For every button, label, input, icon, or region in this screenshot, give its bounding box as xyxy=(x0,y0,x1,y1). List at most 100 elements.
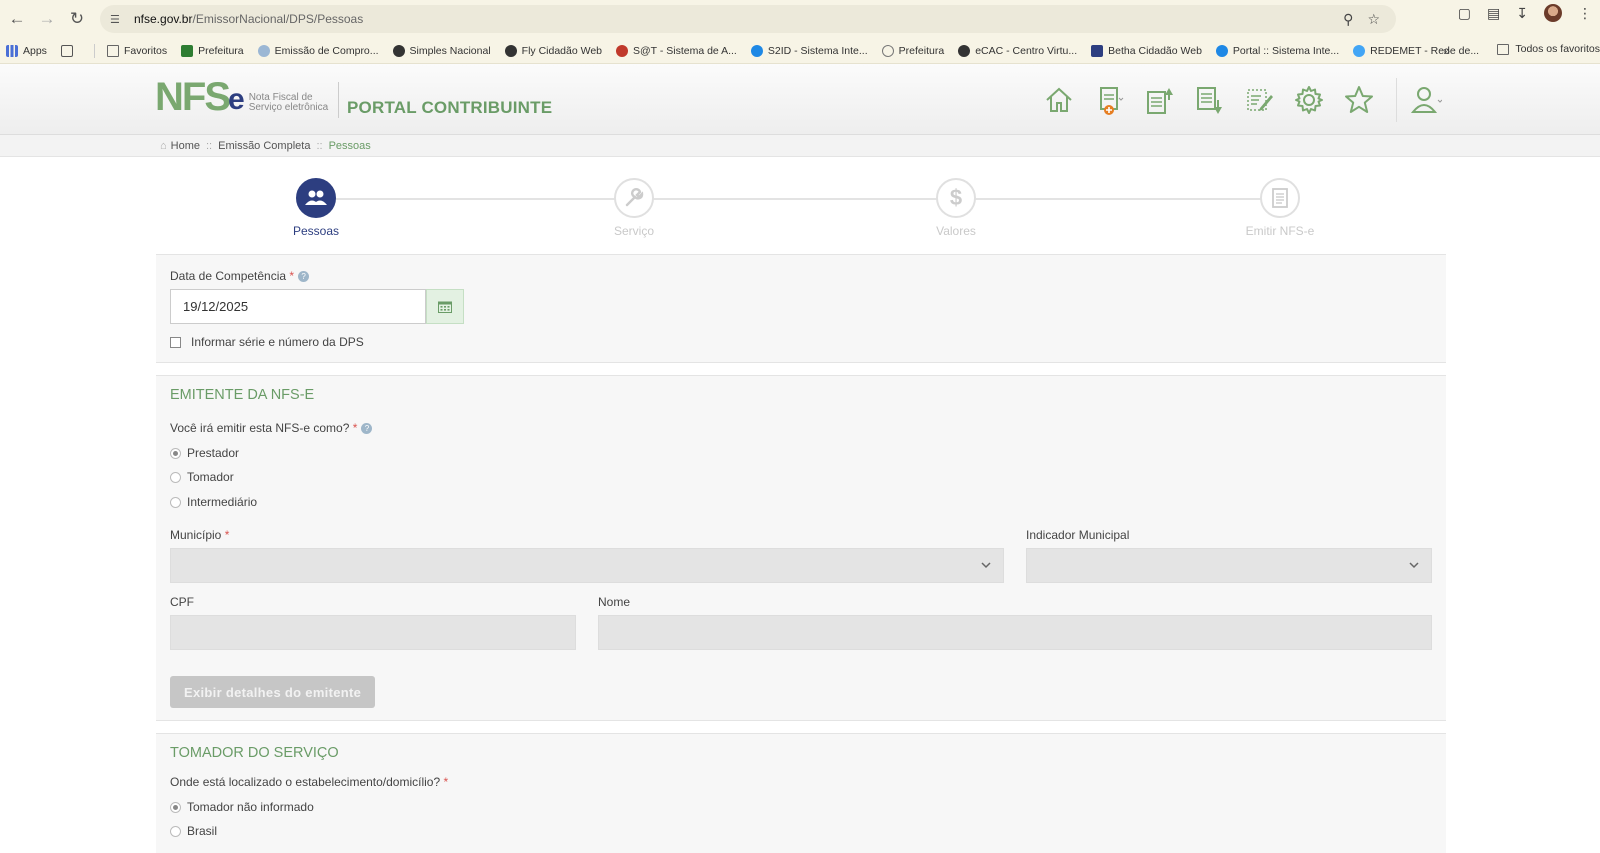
indicador-municipal-select[interactable] xyxy=(1026,548,1432,583)
prefeitura-icon xyxy=(181,44,194,57)
tomador-title: TOMADOR DO SERVIÇO xyxy=(170,745,339,761)
bookmark-betha[interactable]: Betha Cidadão Web xyxy=(1091,44,1202,57)
upload-document-icon[interactable] xyxy=(1134,82,1184,118)
bookmark-redemet[interactable]: REDEMET - Rede de... xyxy=(1353,44,1479,57)
s2id-icon xyxy=(750,44,763,57)
url-path: /EmissorNacional/DPS/Pessoas xyxy=(192,12,364,26)
more-bookmarks-icon[interactable]: » xyxy=(1443,44,1450,58)
calendar-button[interactable] xyxy=(426,289,464,324)
portal-header: NFS e Nota Fiscal de Serviço eletrônica PO… xyxy=(0,64,1600,135)
prefeitura-2-icon xyxy=(881,44,894,57)
redemet-icon xyxy=(1353,44,1366,57)
step-emitir[interactable]: Emitir NFS-e xyxy=(1210,178,1350,238)
emitente-panel: EMITENTE DA NFS-E Você irá emitir esta N… xyxy=(156,375,1446,721)
portal-title: PORTAL CONTRIBUINTE xyxy=(347,98,553,117)
bookmark-prefeitura[interactable]: Prefeitura xyxy=(181,44,244,57)
browser-menu-icon[interactable]: ⋮ xyxy=(1578,5,1592,22)
breadcrumb-emissao[interactable]: Emissão Completa xyxy=(218,140,310,152)
folder-icon xyxy=(106,44,119,57)
dollar-icon: $ xyxy=(936,178,976,218)
document-icon xyxy=(1260,178,1300,218)
bookmark-fly[interactable]: Fly Cidadão Web xyxy=(504,44,602,57)
tab-groups-icon[interactable] xyxy=(60,44,78,57)
competencia-panel: Data de Competência *? Informar série e … xyxy=(156,254,1446,363)
bookmark-portal[interactable]: Portal :: Sistema Inte... xyxy=(1215,44,1339,57)
reading-list-icon[interactable]: ▤ xyxy=(1487,5,1500,22)
betha-icon xyxy=(1091,44,1104,57)
wizard-stepper: Pessoas Serviço $ Valores Emitir NFS-e xyxy=(156,176,1446,256)
breadcrumb-current: Pessoas xyxy=(328,139,371,152)
nome-label: Nome xyxy=(598,595,631,609)
radio-prestador[interactable]: Prestador xyxy=(170,446,239,460)
apps-grid-icon xyxy=(6,44,18,57)
bookmark-star-icon[interactable]: ☆ xyxy=(1367,11,1380,28)
nfse-logo[interactable]: NFS e Nota Fiscal de Serviço eletrônica xyxy=(155,77,328,117)
bookmark-prefeitura-2[interactable]: Prefeitura xyxy=(881,44,944,57)
zoom-icon[interactable]: ⚲ xyxy=(1343,11,1353,28)
bookmark-ecac[interactable]: eCAC - Centro Virtu... xyxy=(958,44,1077,57)
help-icon[interactable]: ? xyxy=(298,271,310,283)
settings-gear-icon[interactable] xyxy=(1284,82,1334,118)
bookmark-favoritos[interactable]: Favoritos xyxy=(106,44,167,57)
indicador-label: Indicador Municipal xyxy=(1026,528,1130,542)
all-bookmarks-folder[interactable]: Todos os favoritos xyxy=(1497,43,1600,55)
sat-icon xyxy=(616,44,629,57)
forward-icon[interactable]: → xyxy=(32,4,62,34)
portal-icon xyxy=(1215,44,1228,57)
nome-input[interactable] xyxy=(598,615,1432,650)
url-host: nfse.gov.br xyxy=(134,12,193,26)
municipio-select[interactable] xyxy=(170,548,1004,583)
globe-icon xyxy=(392,44,405,57)
profile-avatar[interactable] xyxy=(1544,4,1562,22)
competencia-date-input[interactable] xyxy=(170,289,426,324)
radio-intermediario[interactable]: Intermediário xyxy=(170,495,257,509)
breadcrumb-home[interactable]: Home xyxy=(171,140,200,152)
reload-icon[interactable]: ↻ xyxy=(62,4,92,34)
back-icon[interactable]: ← xyxy=(2,4,32,34)
step-servico[interactable]: Serviço xyxy=(564,178,704,238)
emitente-title: EMITENTE DA NFS-E xyxy=(170,387,315,403)
radio-tomador[interactable]: Tomador xyxy=(170,470,234,484)
step-pessoas[interactable]: Pessoas xyxy=(246,178,386,238)
folder-icon xyxy=(1497,43,1510,55)
user-profile-icon[interactable] xyxy=(1410,82,1450,118)
new-nfse-icon[interactable] xyxy=(1084,82,1134,118)
favorites-star-icon[interactable] xyxy=(1334,82,1384,118)
radio-brasil[interactable]: Brasil xyxy=(170,824,217,838)
extensions-icon[interactable]: ▢ xyxy=(1458,5,1471,22)
bookmark-emissao[interactable]: Emissão de Compro... xyxy=(257,44,379,57)
globe-icon xyxy=(504,44,517,57)
help-icon[interactable]: ? xyxy=(361,423,373,435)
globe-icon xyxy=(958,44,971,57)
bookmark-simples[interactable]: Simples Nacional xyxy=(392,44,491,57)
serie-checkbox[interactable]: Informar série e número da DPS xyxy=(170,335,364,349)
cpf-label: CPF xyxy=(170,595,194,609)
cpf-input[interactable] xyxy=(170,615,576,650)
edit-document-icon[interactable] xyxy=(1234,82,1284,118)
exibir-detalhes-button[interactable]: Exibir detalhes do emitente xyxy=(170,676,376,708)
bookmark-sat[interactable]: S@T - Sistema de A... xyxy=(616,44,737,57)
tomador-question: Onde está localizado o estabelecimento/d… xyxy=(170,775,449,789)
download-document-icon[interactable] xyxy=(1184,82,1234,118)
competencia-label: Data de Competência *? xyxy=(170,269,310,283)
wrench-icon xyxy=(614,178,654,218)
home-icon[interactable] xyxy=(1034,82,1084,118)
municipio-label: Município * xyxy=(170,528,230,542)
emissao-icon xyxy=(257,44,270,57)
download-icon[interactable]: ↧ xyxy=(1516,5,1528,22)
radio-tomador-nao-informado[interactable]: Tomador não informado xyxy=(170,800,314,814)
breadcrumb: ⌂ Home :: Emissão Completa :: Pessoas xyxy=(0,135,1600,157)
chevron-down-icon xyxy=(981,562,991,569)
browser-toolbar: ← → ↻ ☰ nfse.gov.br/EmissorNacional/DPS/… xyxy=(0,0,1600,38)
site-info-icon[interactable]: ☰ xyxy=(110,13,128,26)
calendar-icon xyxy=(438,301,452,313)
bookmark-s2id[interactable]: S2ID - Sistema Inte... xyxy=(750,44,868,57)
address-bar[interactable]: ☰ nfse.gov.br/EmissorNacional/DPS/Pessoa… xyxy=(100,5,1396,33)
people-icon xyxy=(296,178,336,218)
chevron-down-icon xyxy=(1409,562,1419,569)
home-small-icon: ⌂ xyxy=(160,139,167,152)
emitente-question: Você irá emitir esta NFS-e como? *? xyxy=(170,421,373,435)
bookmarks-bar: Apps Favoritos Prefeitura Emissão de Com… xyxy=(0,38,1600,64)
step-valores[interactable]: $ Valores xyxy=(886,178,1026,238)
bookmark-apps[interactable]: Apps xyxy=(6,44,47,57)
